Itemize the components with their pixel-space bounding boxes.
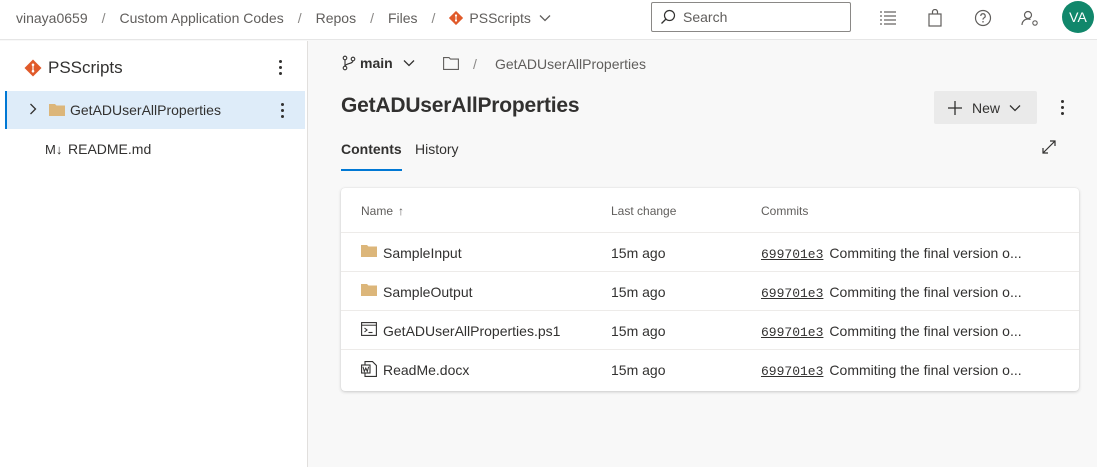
more-options-icon[interactable] — [274, 100, 290, 120]
sidebar-repo-title: PSScripts — [48, 58, 123, 77]
commit-message: Commiting the final version o... — [829, 284, 1022, 300]
path-separator: / — [473, 56, 477, 72]
powershell-file-icon — [361, 322, 377, 336]
list-icon[interactable] — [878, 8, 898, 28]
markdown-icon: M↓ — [45, 141, 63, 157]
folder-icon — [361, 283, 377, 296]
branch-selector[interactable]: main — [342, 55, 415, 71]
table-row[interactable]: SampleOutput 15m ago 699701e3 Commiting t… — [341, 272, 1079, 311]
tree-item-folder[interactable]: GetADUserAllProperties — [5, 91, 305, 129]
commit-message: Commiting the final version o... — [829, 323, 1022, 339]
search-box[interactable] — [651, 2, 851, 32]
chevron-down-icon — [539, 14, 551, 22]
new-button[interactable]: New — [934, 91, 1037, 124]
row-commit: 699701e3 Commiting the final version o... — [761, 323, 1022, 340]
folder-icon — [49, 103, 65, 116]
breadcrumb-repos[interactable]: Repos — [316, 10, 356, 26]
breadcrumb: vinaya0659 / Custom Application Codes / … — [16, 0, 551, 36]
file-tree-sidebar: PSScripts GetADUserAllProperties M↓ READ… — [0, 41, 308, 467]
more-options-icon[interactable] — [272, 57, 288, 77]
avatar-initials: VA — [1069, 9, 1087, 25]
chevron-right-icon[interactable] — [29, 103, 37, 115]
user-settings-icon[interactable] — [1020, 8, 1040, 28]
table-row[interactable]: ReadMe.docx 15m ago 699701e3 Commiting th… — [341, 350, 1079, 389]
commit-id-link[interactable]: 699701e3 — [761, 364, 823, 379]
column-header-name-label: Name — [361, 204, 394, 218]
word-document-icon — [361, 361, 377, 377]
tree-item-label: GetADUserAllProperties — [70, 102, 221, 118]
commit-message: Commiting the final version o... — [829, 362, 1022, 378]
breadcrumb-repo-label: PSScripts — [469, 10, 531, 26]
path-current-folder[interactable]: GetADUserAllProperties — [495, 56, 646, 72]
tab-contents[interactable]: Contents — [341, 141, 402, 171]
row-name[interactable]: ReadMe.docx — [383, 362, 469, 378]
row-commit: 699701e3 Commiting the final version o... — [761, 245, 1022, 262]
row-name[interactable]: SampleOutput — [383, 284, 473, 300]
breadcrumb-repo-selector[interactable]: PSScripts — [449, 10, 551, 26]
folder-icon — [361, 244, 377, 257]
breadcrumb-project[interactable]: Custom Application Codes — [120, 10, 284, 26]
tree-item-file[interactable]: M↓ README.md — [5, 130, 305, 168]
top-bar: vinaya0659 / Custom Application Codes / … — [0, 0, 1097, 40]
breadcrumb-org[interactable]: vinaya0659 — [16, 10, 88, 26]
table-header: Name ↑ Last change Commits — [341, 188, 1079, 233]
avatar[interactable]: VA — [1062, 1, 1094, 33]
git-repo-icon — [449, 11, 464, 25]
new-button-label: New — [972, 99, 1001, 116]
row-name[interactable]: SampleInput — [383, 245, 462, 261]
commit-id-link[interactable]: 699701e3 — [761, 247, 823, 262]
table-row[interactable]: GetADUserAllProperties.ps1 15m ago 69970… — [341, 311, 1079, 350]
row-last-change: 15m ago — [611, 323, 666, 339]
row-name[interactable]: GetADUserAllProperties.ps1 — [383, 323, 560, 339]
shopping-bag-icon[interactable] — [925, 8, 945, 28]
chevron-down-icon — [1009, 104, 1021, 112]
row-last-change: 15m ago — [611, 245, 666, 261]
folder-outline-icon[interactable] — [443, 57, 459, 70]
page-title: GetADUserAllProperties — [341, 94, 580, 117]
tab-history[interactable]: History — [415, 141, 459, 171]
breadcrumb-separator: / — [297, 10, 302, 26]
row-last-change: 15m ago — [611, 362, 666, 378]
branch-name: main — [360, 55, 393, 71]
column-header-name[interactable]: Name ↑ — [361, 204, 404, 218]
chevron-down-icon — [403, 59, 415, 67]
expand-icon[interactable] — [1041, 139, 1057, 155]
sort-ascending-icon: ↑ — [398, 204, 405, 218]
commit-id-link[interactable]: 699701e3 — [761, 286, 823, 301]
column-header-last-change: Last change — [611, 204, 677, 218]
plus-icon — [947, 100, 963, 116]
row-commit: 699701e3 Commiting the final version o... — [761, 362, 1022, 379]
commit-message: Commiting the final version o... — [829, 245, 1022, 261]
more-options-icon[interactable] — [1054, 97, 1070, 117]
help-icon[interactable] — [973, 8, 993, 28]
row-commit: 699701e3 Commiting the final version o... — [761, 284, 1022, 301]
breadcrumb-separator: / — [431, 10, 436, 26]
sidebar-header: PSScripts — [24, 58, 123, 78]
commit-id-link[interactable]: 699701e3 — [761, 325, 823, 340]
breadcrumb-separator: / — [370, 10, 374, 26]
tree-item-label: README.md — [68, 141, 152, 157]
search-input[interactable] — [683, 9, 833, 25]
breadcrumb-separator: / — [101, 10, 106, 26]
row-last-change: 15m ago — [611, 284, 666, 300]
search-icon — [660, 9, 676, 25]
column-header-commits: Commits — [761, 204, 809, 218]
branch-icon — [342, 55, 356, 71]
table-row[interactable]: SampleInput 15m ago 699701e3 Commiting th… — [341, 233, 1079, 272]
files-table: Name ↑ Last change Commits SampleInput 15… — [341, 188, 1079, 391]
breadcrumb-files[interactable]: Files — [388, 10, 418, 26]
git-repo-icon — [24, 59, 42, 77]
